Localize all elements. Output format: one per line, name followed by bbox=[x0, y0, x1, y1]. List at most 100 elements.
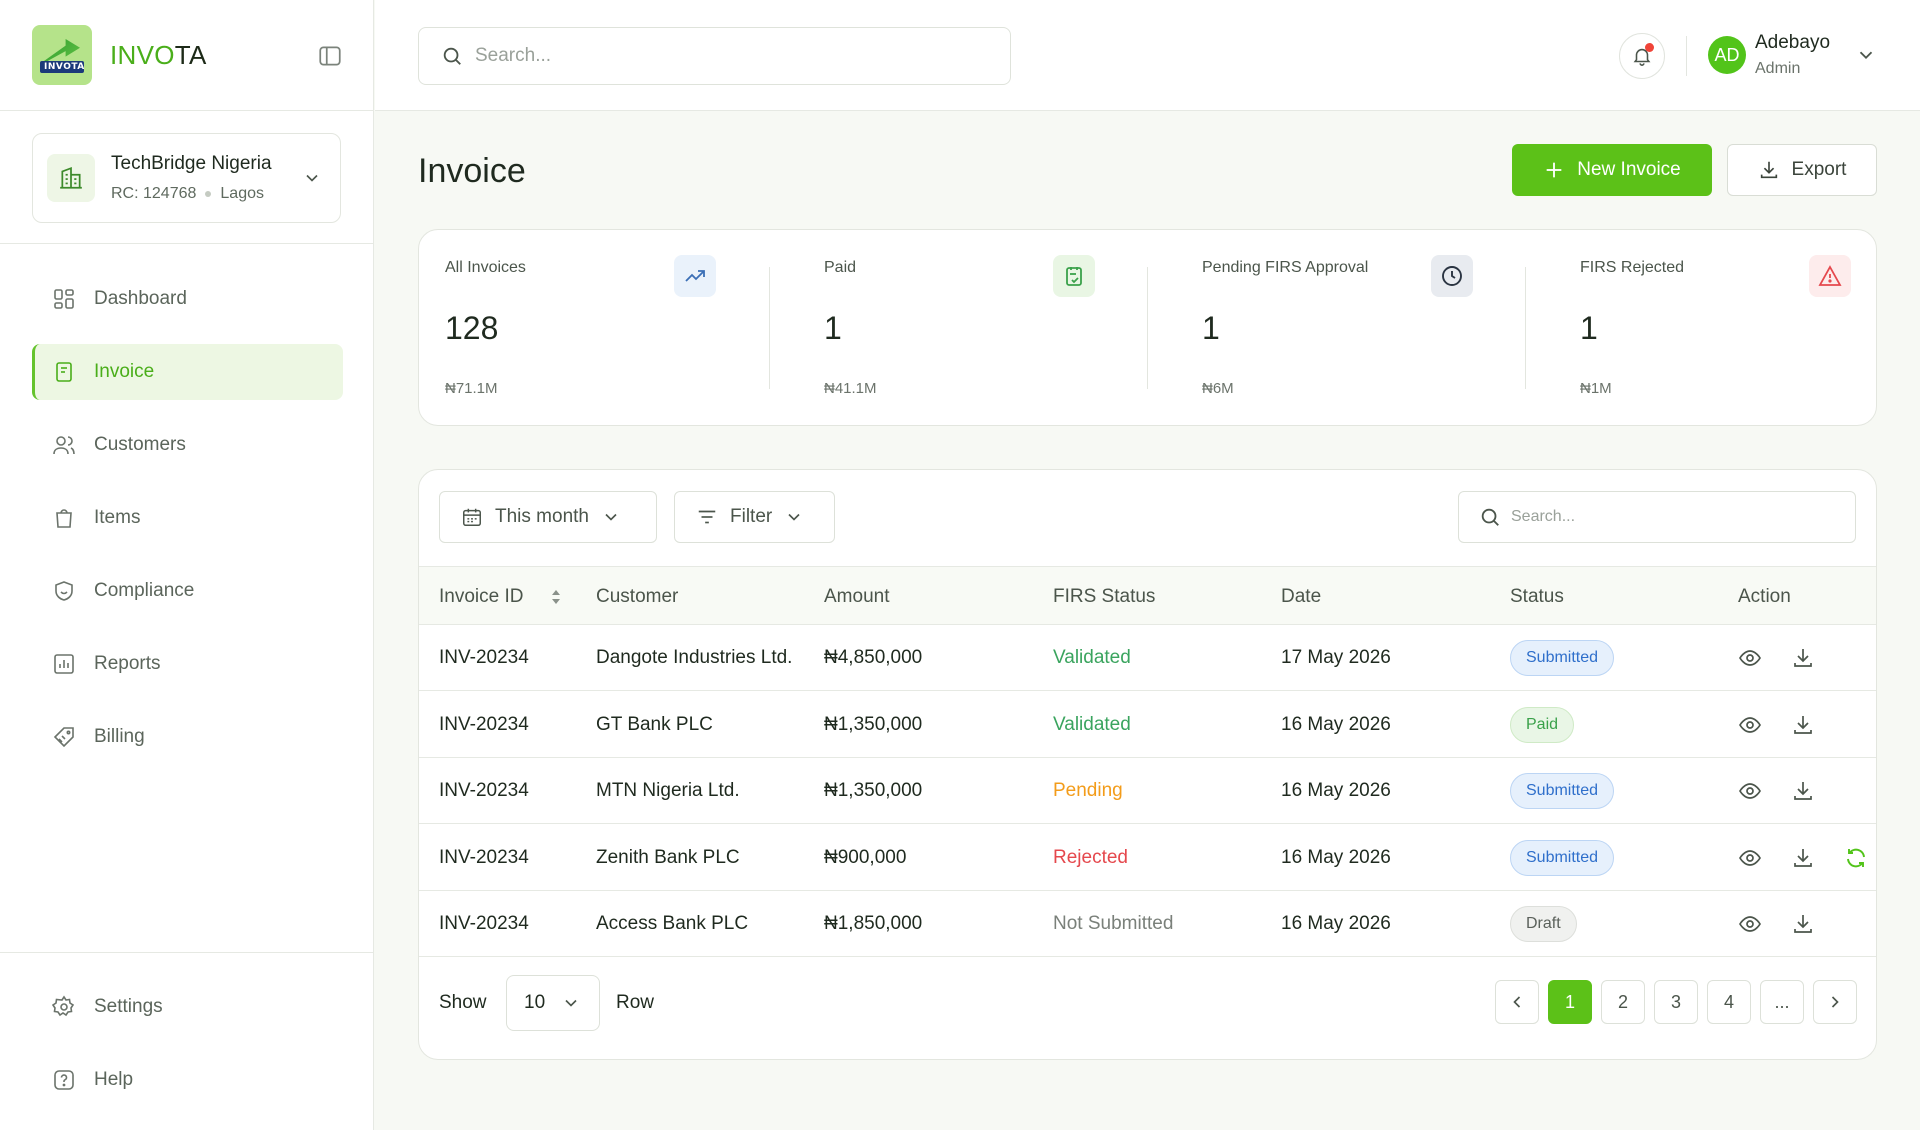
user-role: Admin bbox=[1755, 60, 1801, 77]
org-name: TechBridge Nigeria bbox=[111, 153, 272, 174]
page-title: Invoice bbox=[418, 152, 526, 190]
search-input[interactable] bbox=[475, 45, 955, 67]
download-icon[interactable] bbox=[1791, 779, 1815, 803]
invoice-id[interactable]: INV-20234 bbox=[439, 647, 529, 669]
download-icon[interactable] bbox=[1791, 846, 1815, 870]
prev-page-button[interactable] bbox=[1495, 980, 1539, 1024]
brand-logo[interactable]: INVOTA bbox=[32, 25, 92, 85]
stat-amount: ₦41.1M bbox=[824, 380, 877, 397]
invoice-id[interactable]: INV-20234 bbox=[439, 714, 529, 736]
customer-name: MTN Nigeria Ltd. bbox=[596, 780, 740, 801]
filter-dropdown[interactable]: Filter bbox=[674, 491, 835, 543]
status-badge: Submitted bbox=[1510, 839, 1615, 876]
view-icon[interactable] bbox=[1738, 912, 1762, 936]
new-invoice-button[interactable]: New Invoice bbox=[1512, 144, 1712, 196]
stat-label: All Invoices bbox=[445, 259, 526, 276]
invoice-date: 16 May 2026 bbox=[1281, 713, 1391, 735]
main-nav: Dashboard Invoice Customers Items Compli… bbox=[32, 271, 343, 782]
chevron-down-icon[interactable] bbox=[1855, 44, 1877, 66]
notifications-button[interactable] bbox=[1619, 33, 1665, 79]
sidebar-item-items[interactable]: Items bbox=[32, 490, 343, 546]
view-icon[interactable] bbox=[1738, 779, 1762, 803]
trend-up-icon bbox=[674, 255, 716, 297]
sidebar-item-compliance[interactable]: Compliance bbox=[32, 563, 343, 619]
stat-amount: ₦1M bbox=[1580, 380, 1612, 397]
table-row[interactable]: INV-20234 MTN Nigeria Ltd. ₦1,350,000 Pendi… bbox=[419, 758, 1876, 824]
users-icon bbox=[53, 436, 75, 455]
view-icon[interactable] bbox=[1738, 713, 1762, 737]
sidebar-item-label: Items bbox=[94, 507, 141, 528]
invoice-date: 17 May 2026 bbox=[1281, 647, 1391, 668]
status-badge: Draft bbox=[1510, 906, 1577, 942]
sidebar-item-help[interactable]: Help bbox=[32, 1052, 343, 1108]
invoice-id[interactable]: INV-20234 bbox=[439, 780, 529, 802]
chevron-left-icon bbox=[1513, 996, 1521, 1008]
sidebar-item-billing[interactable]: Billing bbox=[32, 709, 343, 765]
sidebar-item-invoice[interactable]: Invoice bbox=[32, 344, 343, 400]
table-row[interactable]: INV-20234 Access Bank PLC ₦1,850,000 Not Su… bbox=[419, 891, 1876, 957]
sidebar-item-label: Help bbox=[94, 1069, 134, 1090]
notification-dot bbox=[1645, 43, 1654, 52]
table-search[interactable] bbox=[1458, 491, 1856, 543]
table-row[interactable]: INV-20234 Dangote Industries Ltd. ₦4,850,0… bbox=[419, 625, 1876, 691]
download-icon[interactable] bbox=[1791, 912, 1815, 936]
page-button-4[interactable]: 4 bbox=[1707, 980, 1751, 1024]
org-switcher[interactable]: TechBridge Nigeria RC: 124768 Lagos bbox=[32, 133, 341, 223]
rows-per-page-select[interactable]: 10 bbox=[506, 975, 600, 1031]
stat-value: 1 bbox=[1202, 310, 1220, 346]
chevron-down-icon bbox=[788, 513, 800, 521]
sidebar-item-label: Billing bbox=[94, 726, 145, 747]
clock-icon bbox=[1431, 255, 1473, 297]
calendar-icon bbox=[463, 508, 481, 526]
global-search[interactable] bbox=[418, 27, 1011, 85]
stat-label: FIRS Rejected bbox=[1580, 259, 1685, 276]
stat-paid: Paid 1 ₦41.1M bbox=[798, 230, 1163, 427]
firs-status: Not Submitted bbox=[1053, 913, 1174, 934]
table-row[interactable]: INV-20234 Zenith Bank PLC ₦900,000 Rejected… bbox=[419, 825, 1876, 891]
brand-name: INVOTA bbox=[110, 39, 207, 70]
table-row[interactable]: INV-20234 GT Bank PLC ₦1,350,000 Validated 1… bbox=[419, 692, 1876, 758]
invoice-date: 16 May 2026 bbox=[1281, 780, 1391, 801]
customer-name: GT Bank PLC bbox=[596, 713, 713, 735]
sidebar-item-dashboard[interactable]: Dashboard bbox=[32, 271, 343, 327]
sidebar-item-settings[interactable]: Settings bbox=[32, 979, 343, 1035]
page-button-2[interactable]: 2 bbox=[1601, 980, 1645, 1024]
column-action: Action bbox=[1738, 586, 1791, 607]
firs-status: Rejected bbox=[1053, 846, 1128, 868]
page-button-3[interactable]: 3 bbox=[1654, 980, 1698, 1024]
next-page-button[interactable] bbox=[1813, 980, 1857, 1024]
sort-icon[interactable] bbox=[549, 587, 563, 607]
resubmit-icon[interactable] bbox=[1844, 846, 1868, 870]
chevron-down-icon bbox=[302, 168, 322, 188]
page-button-1[interactable]: 1 bbox=[1548, 980, 1592, 1024]
invoice-id[interactable]: INV-20234 bbox=[439, 913, 529, 935]
export-button[interactable]: Export bbox=[1727, 144, 1877, 196]
download-icon[interactable] bbox=[1791, 713, 1815, 737]
view-icon[interactable] bbox=[1738, 846, 1762, 870]
table-search-input[interactable] bbox=[1511, 508, 1841, 526]
firs-status: Validated bbox=[1053, 647, 1131, 668]
user-name[interactable]: Adebayo bbox=[1755, 32, 1830, 54]
download-icon[interactable] bbox=[1791, 646, 1815, 670]
page-ellipsis[interactable]: ... bbox=[1760, 980, 1804, 1024]
bag-icon bbox=[56, 509, 72, 528]
status-badge: Submitted bbox=[1510, 773, 1615, 809]
stat-amount: ₦6M bbox=[1202, 380, 1234, 397]
stat-value: 128 bbox=[445, 310, 499, 346]
customer-name: Dangote Industries Ltd. bbox=[596, 647, 793, 668]
sidebar-item-reports[interactable]: Reports bbox=[32, 636, 343, 692]
invoice-id[interactable]: INV-20234 bbox=[439, 847, 529, 869]
sidebar: INVOTA INVOTA TechBridge Nigeria RC: 124… bbox=[0, 0, 374, 1130]
period-dropdown[interactable]: This month bbox=[439, 491, 657, 543]
stat-label: Paid bbox=[824, 259, 857, 276]
avatar[interactable]: AD bbox=[1708, 36, 1746, 74]
sidebar-toggle-icon[interactable] bbox=[317, 43, 343, 69]
status-badge: Submitted bbox=[1510, 640, 1615, 676]
show-label: Show bbox=[439, 992, 487, 1013]
column-invoice-id[interactable]: Invoice ID bbox=[439, 586, 563, 608]
view-icon[interactable] bbox=[1738, 646, 1762, 670]
sidebar-item-customers[interactable]: Customers bbox=[32, 417, 343, 473]
table-header: Invoice ID Customer Amount FIRS Status D… bbox=[419, 566, 1876, 625]
stat-all-invoices: All Invoices 128 ₦71.1M bbox=[419, 230, 784, 427]
paid-check-icon bbox=[1053, 255, 1095, 297]
